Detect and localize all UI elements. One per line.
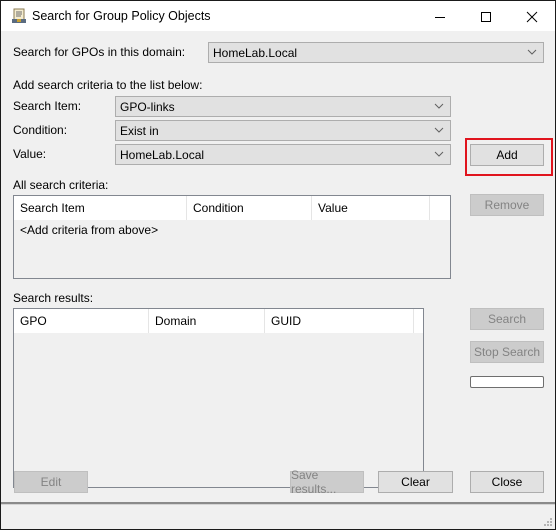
criteria-instruction: Add search criteria to the list below: — [13, 78, 203, 92]
search-item-select[interactable]: GPO-links — [115, 96, 451, 117]
domain-select-value: HomeLab.Local — [213, 46, 298, 60]
chevron-down-icon — [434, 103, 444, 109]
criteria-empty-placeholder: <Add criteria from above> — [20, 223, 159, 237]
window-title: Search for Group Policy Objects — [32, 9, 211, 23]
maximize-button[interactable] — [463, 2, 509, 31]
minimize-button[interactable] — [417, 2, 463, 31]
condition-value: Exist in — [120, 124, 159, 138]
close-window-button[interactable] — [509, 2, 555, 31]
condition-select[interactable]: Exist in — [115, 120, 451, 141]
chevron-down-icon — [434, 127, 444, 133]
all-criteria-label: All search criteria: — [13, 178, 109, 192]
stop-search-button[interactable]: Stop Search — [470, 341, 544, 363]
column-header-gpo[interactable]: GPO — [14, 309, 149, 333]
search-gpo-dialog: Search for Group Policy Objects Search f… — [0, 0, 556, 530]
search-item-label: Search Item: — [13, 99, 82, 113]
value-select[interactable]: HomeLab.Local — [115, 144, 451, 165]
criteria-list-header: Search Item Condition Value — [14, 196, 450, 220]
column-header-condition[interactable]: Condition — [187, 196, 312, 220]
search-item-value: GPO-links — [120, 100, 175, 114]
results-list-header: GPO Domain GUID — [14, 309, 423, 333]
value-label: Value: — [13, 147, 47, 161]
column-header-guid[interactable]: GUID — [265, 309, 414, 333]
dialog-body: Search for GPOs in this domain: HomeLab.… — [1, 31, 555, 529]
minimize-icon — [435, 16, 445, 18]
title-bar[interactable]: Search for Group Policy Objects — [1, 1, 555, 31]
criteria-list[interactable]: Search Item Condition Value <Add criteri… — [13, 195, 451, 279]
gpo-search-scroll-icon — [12, 8, 26, 23]
chevron-down-icon — [527, 49, 537, 55]
clear-button[interactable]: Clear — [378, 471, 453, 493]
search-results-label: Search results: — [13, 291, 94, 305]
column-header-filler — [414, 309, 423, 333]
status-bar-separator-highlight — [1, 504, 555, 505]
search-button[interactable]: Search — [470, 308, 544, 330]
close-button[interactable]: Close — [470, 471, 544, 493]
value-select-value: HomeLab.Local — [120, 148, 205, 162]
chevron-down-icon — [434, 151, 444, 157]
close-icon — [526, 11, 538, 22]
maximize-icon — [481, 11, 491, 22]
domain-select[interactable]: HomeLab.Local — [208, 42, 544, 63]
save-results-button[interactable]: Save results... — [290, 468, 364, 496]
condition-label: Condition: — [13, 123, 68, 137]
results-list[interactable]: GPO Domain GUID — [13, 308, 424, 488]
column-header-domain[interactable]: Domain — [149, 309, 265, 333]
search-progress-bar — [470, 376, 544, 388]
column-header-search-item[interactable]: Search Item — [14, 196, 187, 220]
domain-label: Search for GPOs in this domain: — [13, 45, 186, 59]
resize-grip-icon[interactable] — [543, 517, 553, 527]
remove-button[interactable]: Remove — [470, 194, 544, 216]
edit-button[interactable]: Edit — [14, 471, 88, 493]
add-button[interactable]: Add — [470, 144, 544, 166]
column-header-value[interactable]: Value — [312, 196, 430, 220]
column-header-filler — [430, 196, 450, 220]
